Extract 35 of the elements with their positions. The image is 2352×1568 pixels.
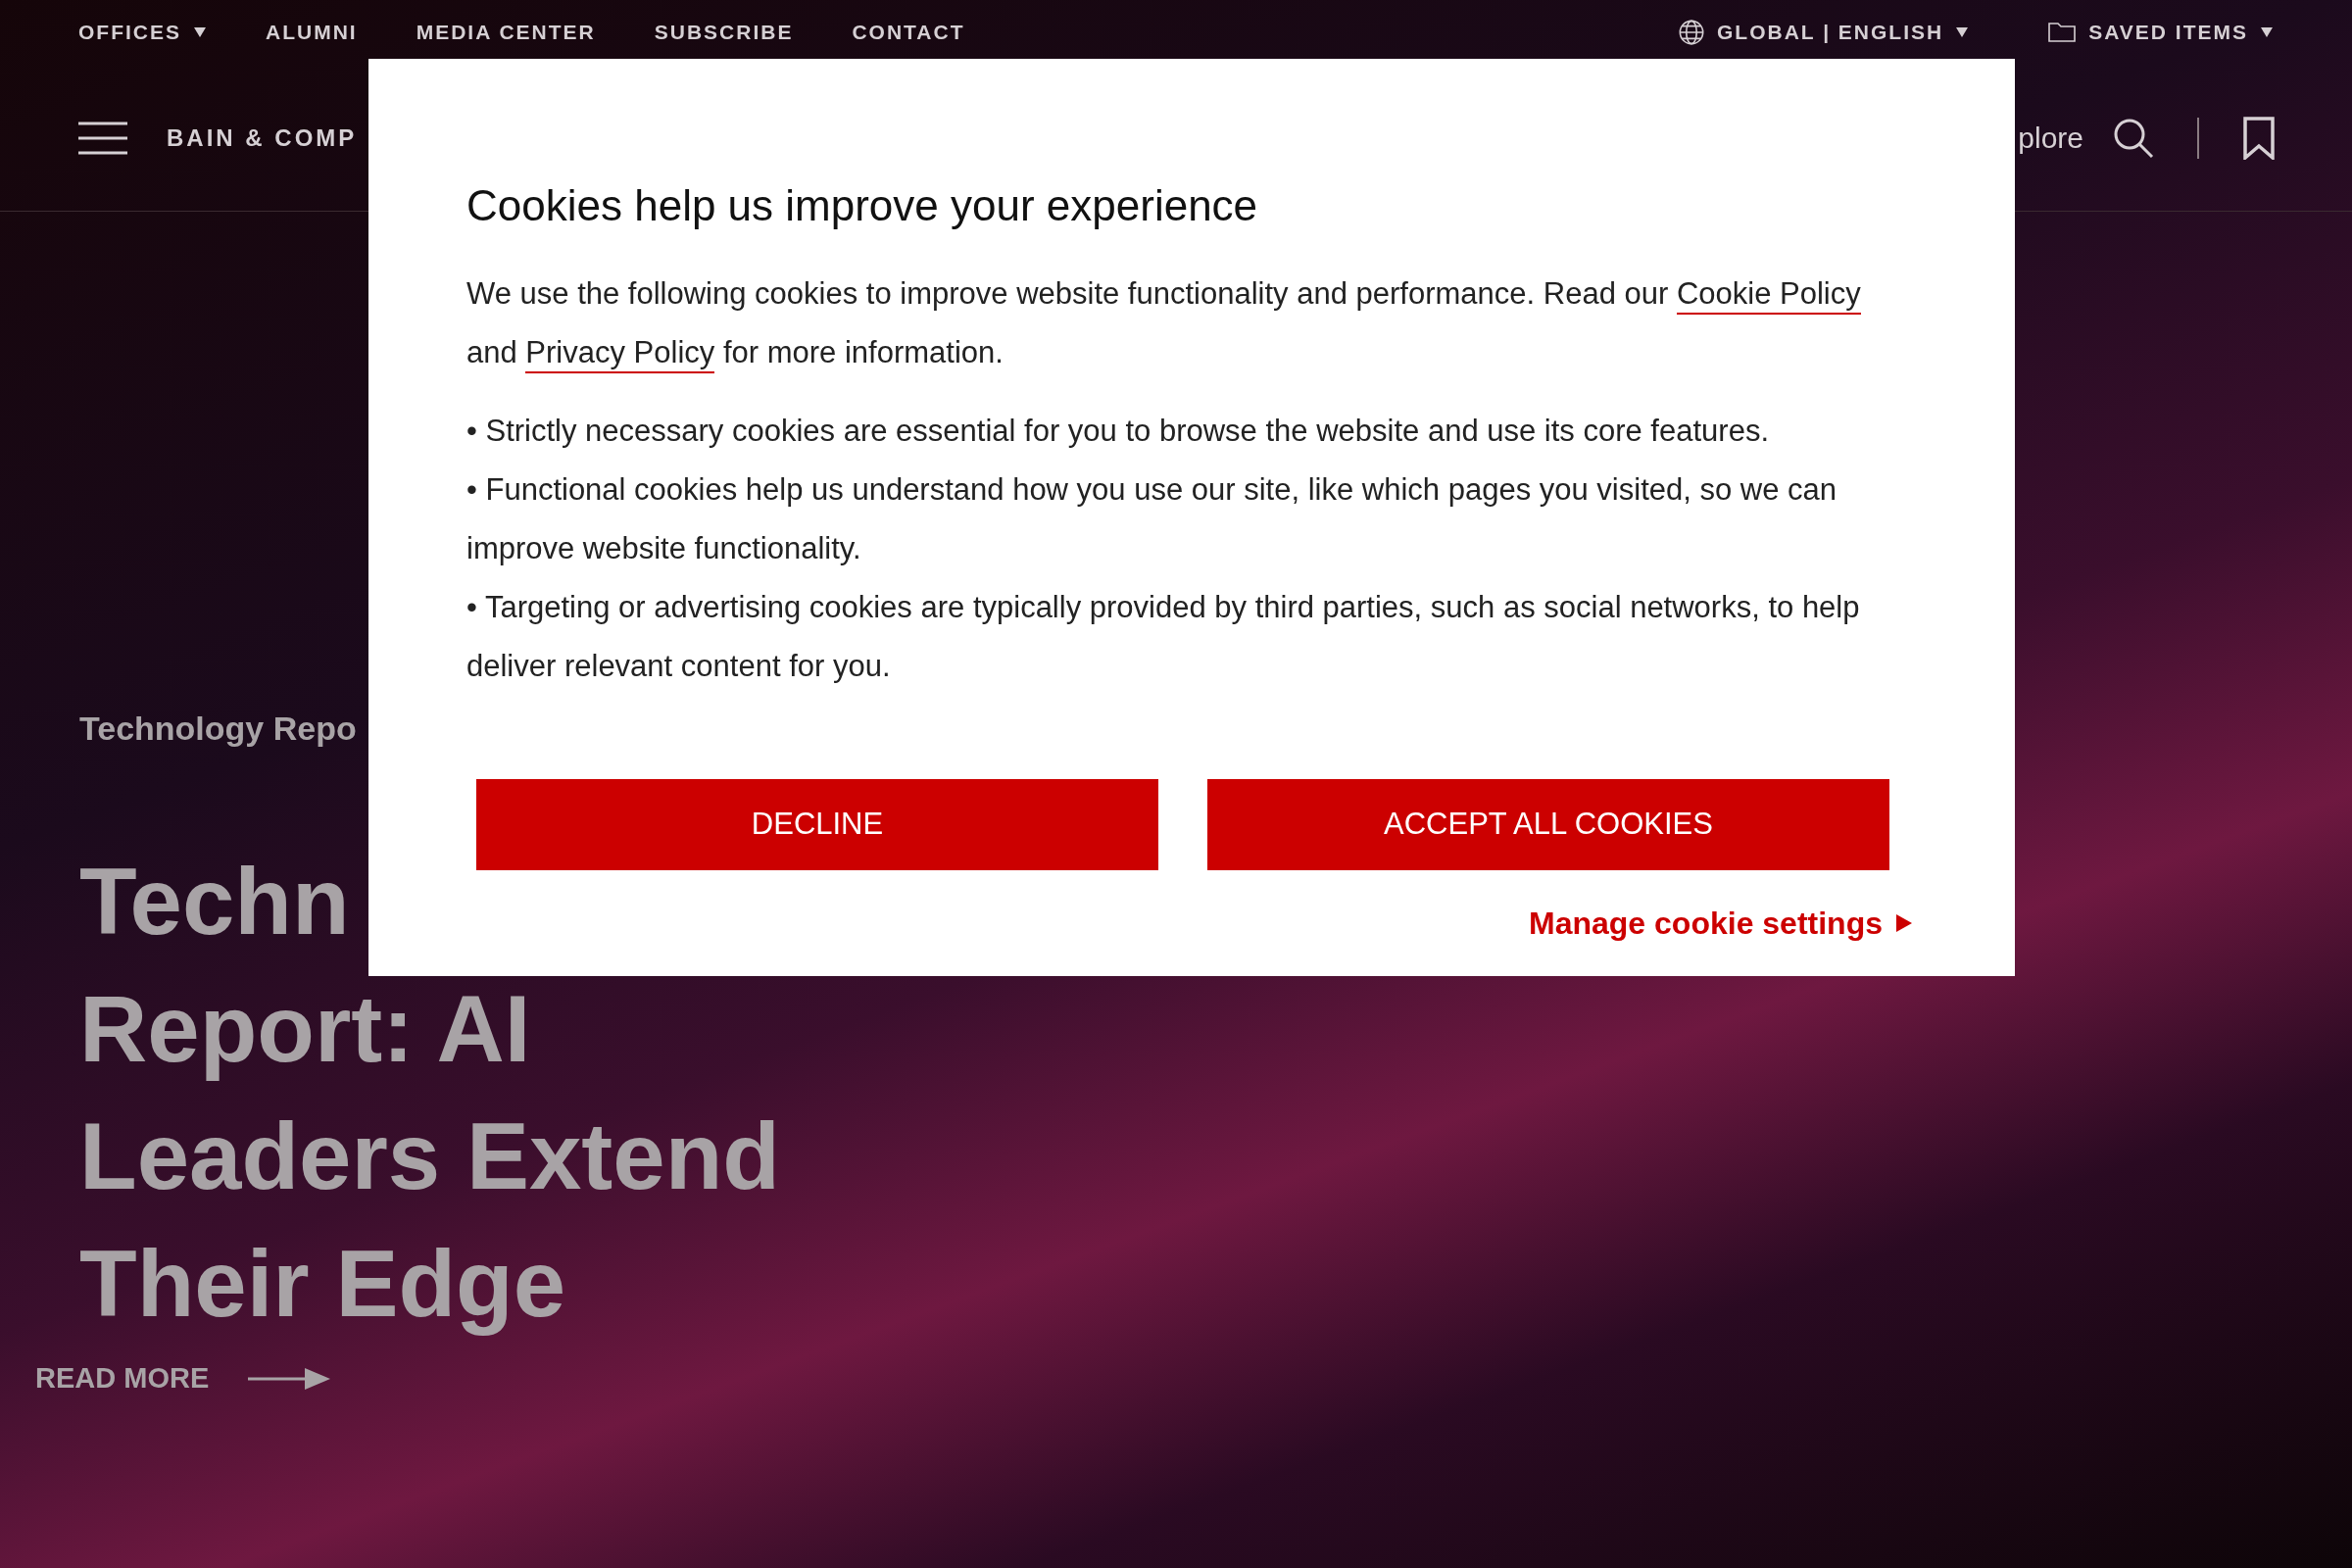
top-nav-link[interactable]: OFFICES — [78, 17, 207, 48]
hero-eyebrow: Technology Repo — [79, 709, 358, 749]
hero-headline-line: Their Edge — [79, 1230, 566, 1338]
hero-headline-line: Techn — [79, 848, 350, 956]
search-icon[interactable] — [2113, 117, 2154, 159]
caret-icon — [1955, 26, 1970, 38]
cookie-type-text: • Functional cookies help us understand how you use our site, like which pages you visited, so we can improve website functionality. — [466, 471, 1838, 567]
top-nav-link[interactable]: SAVED ITEMS — [2047, 17, 2274, 48]
policy-link[interactable]: Cookie Policy — [1676, 276, 1861, 315]
dialog-intro-text: We use the following cookies to improve website functionality and performance. Read our Cookie Policy and Privacy Policy for more information. — [466, 265, 1912, 382]
accept-button[interactable]: ACCEPT ALL COOKIES — [1207, 779, 1889, 870]
policy-link[interactable]: Privacy Policy — [525, 335, 715, 373]
top-nav-link[interactable]: ALUMNI — [266, 17, 358, 48]
globe-icon — [1678, 19, 1706, 46]
folder-icon — [2047, 21, 2078, 44]
cookie-type-text: • Strictly necessary cookies are essential for you to browse the website and use its core features. — [466, 413, 1770, 450]
top-nav-link[interactable]: SUBSCRIBE — [654, 17, 794, 48]
menu-icon[interactable] — [78, 120, 127, 156]
dialog-title: Cookies help us improve your experience — [466, 180, 1259, 231]
decline-button[interactable]: DECLINE — [476, 779, 1158, 870]
cookie-type-text: • Targeting or advertising cookies are typically provided by third parties, such as social networks, to help deliver relevant content for you. — [466, 589, 1861, 685]
bookmark-icon[interactable] — [2242, 116, 2276, 160]
top-nav-link[interactable]: MEDIA CENTER — [416, 17, 596, 48]
logo-text[interactable]: BAIN & COMP — [167, 120, 358, 156]
hero-headline-line: Leaders Extend — [79, 1102, 780, 1210]
arrow-right-icon — [248, 1365, 331, 1392]
explore-text[interactable]: plore — [2018, 116, 2083, 160]
hero-headline-line: Report: AI — [79, 975, 531, 1083]
caret-icon — [2260, 26, 2274, 38]
caret-icon — [193, 26, 207, 38]
play-triangle-icon — [1896, 914, 1912, 932]
top-nav-link[interactable]: GLOBAL | ENGLISH — [1678, 17, 1970, 48]
top-nav-link[interactable]: CONTACT — [852, 17, 965, 48]
read-more-link[interactable]: READ MORE — [35, 1357, 331, 1400]
manage-settings-link[interactable]: Manage cookie settings — [1529, 900, 1912, 947]
